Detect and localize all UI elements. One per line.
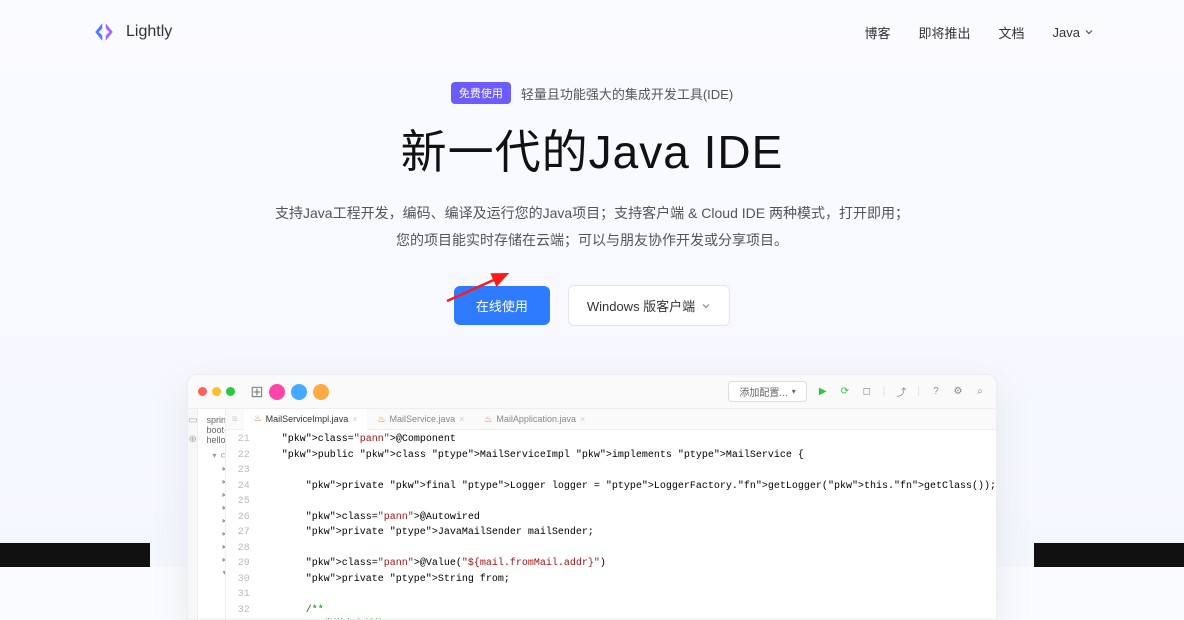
tree-item[interactable]: ▾▭java [202, 605, 225, 618]
avatar[interactable] [269, 384, 285, 400]
badge-description: 轻量且功能强大的集成开发工具(IDE) [521, 84, 733, 103]
close-icon[interactable]: × [580, 414, 585, 424]
hero-sub-line1: 支持Java工程开发，编码、编译及运行您的Java项目；支持客户端 & Clou… [0, 200, 1184, 227]
titlebar-left: ⊞ [198, 384, 329, 400]
chevron-down-icon [701, 301, 711, 311]
tree-item[interactable]: ▸▭spring-boot-jpa [202, 540, 222, 553]
free-badge: 免费使用 [451, 82, 511, 104]
chevron-down-icon [1084, 27, 1094, 37]
nav-docs[interactable]: 文档 [999, 23, 1025, 42]
close-icon[interactable]: × [459, 414, 464, 424]
use-online-button[interactable]: 在线使用 [454, 286, 550, 325]
close-icon[interactable] [198, 387, 207, 396]
tree-item[interactable]: ▾▭src [202, 579, 225, 592]
maximize-icon[interactable] [226, 387, 235, 396]
activity-bar: ▭ ⊕ [188, 409, 198, 619]
stop-icon[interactable]: ◻ [861, 386, 873, 398]
tree-item[interactable]: ▸▭spring-boot-fastDFS [202, 514, 222, 527]
logo-icon [90, 18, 118, 46]
avatar[interactable] [313, 384, 329, 400]
cta-row: 在线使用 Windows 版客户端 [0, 285, 1184, 326]
site-header: Lightly 博客 即将推出 文档 Java [0, 0, 1184, 64]
java-icon: ♨ [254, 413, 262, 424]
tab-mailservice[interactable]: ♨MailService.java× [367, 410, 474, 429]
decorative-strip [1034, 543, 1184, 567]
tree-item[interactable]: ▾▭spring-boot-mail [202, 566, 222, 579]
split-icon[interactable]: ⊞ [251, 386, 263, 398]
debug-icon[interactable]: ⟳ [839, 386, 851, 398]
code-content: "pkw">class="pann">@Component "pkw">publ… [258, 432, 996, 620]
close-icon[interactable]: × [352, 414, 357, 424]
nav-language-dropdown[interactable]: Java [1053, 25, 1094, 40]
logo[interactable]: Lightly [90, 18, 172, 46]
tree-item[interactable]: ▾▭spring-boot-hello [202, 449, 220, 462]
window-controls[interactable] [198, 387, 235, 396]
nav-blog[interactable]: 博客 [864, 23, 890, 42]
top-nav: 博客 即将推出 文档 Java [864, 23, 1094, 42]
ide-titlebar: ⊞ 添加配置...▾ ▶ ⟳ ◻ | ⤴ | ? ⚙ ⌕ [188, 375, 996, 409]
globe-icon[interactable]: ⊕ [189, 434, 197, 445]
tab-drag-icon[interactable]: ≡ [232, 414, 238, 425]
avatar[interactable] [291, 384, 307, 400]
editor-tabs: ≡ ♨MailServiceImpl.java× ♨MailService.ja… [226, 409, 996, 430]
badge-row: 免费使用 轻量且功能强大的集成开发工具(IDE) [0, 82, 1184, 104]
tree-item[interactable]: ▾▭com [202, 618, 225, 619]
hero-sub-line2: 您的项目能实时存储在云端；可以与朋友协作开发或分享项目。 [0, 227, 1184, 254]
share-icon[interactable]: ⤴ [895, 386, 907, 398]
decorative-strip [0, 543, 150, 567]
tree-item[interactable]: ▸▭spring-boot-jpa-thymeleaf-curd [202, 553, 222, 566]
tree-item[interactable]: ▸▭spring-boot-elasticsearch [202, 501, 222, 514]
tab-mailapplication[interactable]: ♨MailApplication.java× [474, 410, 595, 429]
file-explorer: spring-boot-hello ⚲ ⟳ ⤓ + ▾▭spring-boot-… [198, 409, 225, 619]
tree-item[interactable]: ▸▭spring-boot-file-upload [202, 527, 222, 540]
code-editor[interactable]: 2122232425262728293031323334 "pkw">class… [226, 430, 996, 620]
java-icon: ♨ [377, 414, 385, 425]
logo-text: Lightly [126, 23, 172, 41]
tree-item[interactable]: ▾▭main [202, 592, 225, 605]
run-icon[interactable]: ▶ [817, 386, 829, 398]
java-icon: ♨ [484, 414, 492, 425]
help-icon[interactable]: ? [930, 386, 942, 398]
line-gutter: 2122232425262728293031323334 [226, 432, 258, 620]
ide-screenshot: ⊞ 添加配置...▾ ▶ ⟳ ◻ | ⤴ | ? ⚙ ⌕ ▭ ⊕ spring-… [187, 374, 997, 620]
search-icon[interactable]: ⌕ [974, 386, 986, 398]
download-windows-button[interactable]: Windows 版客户端 [568, 285, 730, 326]
add-config-button[interactable]: 添加配置...▾ [728, 381, 806, 402]
page-title: 新一代的Java IDE [0, 116, 1184, 182]
nav-language-label: Java [1053, 25, 1080, 40]
editor-area: ≡ ♨MailServiceImpl.java× ♨MailService.ja… [226, 409, 996, 619]
titlebar-right: 添加配置...▾ ▶ ⟳ ◻ | ⤴ | ? ⚙ ⌕ [728, 381, 986, 402]
minimize-icon[interactable] [212, 387, 221, 396]
download-windows-label: Windows 版客户端 [587, 296, 695, 315]
nav-coming-soon[interactable]: 即将推出 [919, 23, 971, 42]
ide-body: ▭ ⊕ spring-boot-hello ⚲ ⟳ ⤓ + ▾▭spring-b… [188, 409, 996, 619]
hero-subtitle: 支持Java工程开发，编码、编译及运行您的Java项目；支持客户端 & Clou… [0, 200, 1184, 253]
file-tree: ▾▭spring-boot-hello▸▭spring-boot-actuato… [198, 447, 224, 619]
hero-section: 免费使用 轻量且功能强大的集成开发工具(IDE) 新一代的Java IDE 支持… [0, 64, 1184, 326]
folder-icon[interactable]: ▭ [188, 415, 197, 426]
tree-item[interactable]: ▸▭spring-boot-docker [202, 488, 222, 501]
gear-icon[interactable]: ⚙ [952, 386, 964, 398]
tab-mailserviceimpl[interactable]: ♨MailServiceImpl.java× [244, 409, 368, 430]
explorer-header: spring-boot-hello ⚲ ⟳ ⤓ + [198, 413, 224, 447]
tree-item[interactable]: ▸▭spring-boot-actuator [202, 462, 222, 475]
project-name: spring-boot-hello [206, 415, 225, 445]
tree-item[interactable]: ▸▭spring-boot-commandLineRunner [202, 475, 222, 488]
